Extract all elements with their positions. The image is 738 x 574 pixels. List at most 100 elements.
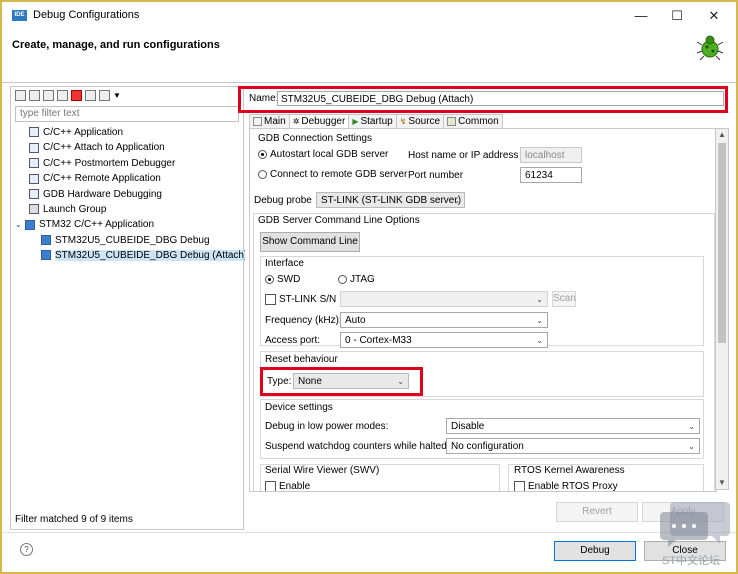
cpp-config-icon — [29, 158, 39, 169]
tree-item-selected[interactable]: STM32U5_CUBEIDE_DBG Debug (Attach) — [15, 248, 248, 263]
reset-type-highlight-box — [260, 367, 423, 396]
swv-title: Serial Wire Viewer (SWV) — [265, 465, 380, 476]
radio-checked-icon — [258, 149, 267, 159]
startup-tab-icon: ▶ — [352, 117, 359, 126]
common-tab-icon — [447, 116, 457, 126]
maximize-button[interactable]: ☐ — [662, 6, 692, 26]
new-config-icon[interactable] — [15, 90, 26, 101]
tree-item[interactable]: ⌄ STM32 C/C++ Application — [15, 217, 241, 232]
duplicate-icon[interactable] — [57, 90, 68, 101]
watermark-text: ST中文论坛 — [662, 555, 721, 567]
autostart-radio[interactable]: Autostart local GDB server — [258, 149, 388, 160]
swv-enable-checkbox[interactable]: Enable — [265, 481, 310, 491]
chat-bubble-icon — [660, 502, 730, 547]
tree-item[interactable]: C/C++ Postmortem Debugger — [15, 156, 241, 171]
reset-behaviour-title: Reset behaviour — [265, 354, 338, 365]
debug-button[interactable]: Debug — [554, 541, 636, 561]
left-toolbar: ▼ — [15, 90, 121, 104]
ide-logo-icon: IDE — [12, 10, 27, 21]
checkbox-icon — [514, 481, 525, 491]
access-port-label: Access port: — [265, 335, 321, 346]
name-highlight-box — [238, 86, 728, 113]
dropdown-chevron-icon: ⌄ — [688, 442, 695, 451]
dropdown-chevron-icon: ⌄ — [453, 196, 460, 205]
configuration-list-pane: ▼ type filter text C/C++ Application C/C… — [10, 86, 248, 530]
close-window-button[interactable]: ✕ — [699, 6, 729, 26]
vertical-scrollbar[interactable]: ▲ ▼ — [715, 128, 729, 490]
stlink-sn-select[interactable]: ⌄ — [340, 291, 548, 307]
new-prototype-icon[interactable] — [29, 90, 40, 101]
launch-group-icon — [29, 204, 39, 215]
dropdown-chevron-icon: ⌄ — [536, 295, 543, 304]
debugger-tab-icon: ✲ — [292, 117, 300, 126]
checkbox-icon — [265, 481, 276, 491]
checkbox-icon — [265, 294, 276, 305]
filter-status: Filter matched 9 of 9 items — [15, 514, 133, 525]
debug-probe-label: Debug probe — [254, 195, 312, 206]
show-command-line-button[interactable]: Show Command Line — [260, 232, 360, 252]
dropdown-chevron-icon: ⌄ — [536, 316, 543, 325]
access-port-select[interactable]: 0 - Cortex-M33 ⌄ — [340, 332, 548, 348]
device-settings-title: Device settings — [265, 402, 333, 413]
tab-main[interactable]: Main — [249, 114, 290, 128]
forum-watermark: ST中文论坛 — [660, 498, 732, 567]
filter-icon[interactable] — [99, 90, 110, 101]
interface-title: Interface — [265, 258, 304, 269]
tree-item[interactable]: C/C++ Attach to Application — [15, 140, 241, 155]
main-tab-icon — [253, 116, 262, 126]
tree-item[interactable]: C/C++ Application — [15, 125, 241, 140]
export-icon[interactable] — [43, 90, 54, 101]
low-power-select[interactable]: Disable ⌄ — [446, 418, 700, 434]
minimize-button[interactable]: — — [626, 6, 656, 26]
scan-button[interactable]: Scan — [552, 291, 576, 307]
remote-radio[interactable]: Connect to remote GDB server — [258, 169, 407, 180]
stlink-sn-checkbox[interactable]: ST-LINK S/N — [265, 294, 336, 305]
footer-separator — [2, 532, 736, 533]
title-bar: IDE Debug Configurations — ☐ ✕ — [2, 2, 736, 30]
scroll-up-icon[interactable]: ▲ — [716, 130, 728, 139]
rtos-enable-checkbox[interactable]: Enable RTOS Proxy — [514, 481, 618, 491]
watchdog-select[interactable]: No configuration ⌄ — [446, 438, 700, 454]
collapse-all-icon[interactable] — [85, 90, 96, 101]
help-icon[interactable]: ? — [20, 543, 33, 556]
watchdog-label: Suspend watchdog counters while halted: — [265, 441, 450, 452]
scrollbar-thumb[interactable] — [718, 143, 726, 343]
frequency-select[interactable]: Auto ⌄ — [340, 312, 548, 328]
view-menu-icon[interactable]: ▼ — [113, 91, 121, 100]
host-input[interactable]: localhost — [520, 147, 582, 163]
cpp-config-icon — [29, 173, 39, 184]
header-separator — [2, 82, 736, 83]
radio-unchecked-icon — [338, 274, 347, 284]
source-tab-icon: ↯ — [399, 117, 407, 126]
debugger-tab-content: GDB Connection Settings Autostart local … — [249, 128, 717, 492]
debug-configurations-dialog: IDE Debug Configurations — ☐ ✕ Create, m… — [0, 0, 738, 574]
cpp-config-icon — [29, 188, 39, 199]
frequency-label: Frequency (kHz): — [265, 315, 342, 326]
configuration-tree: C/C++ Application C/C++ Attach to Applic… — [15, 125, 248, 264]
tree-item[interactable]: C/C++ Remote Application — [15, 171, 241, 186]
filter-input[interactable]: type filter text — [15, 106, 239, 122]
gdb-connection-title: GDB Connection Settings — [258, 133, 372, 144]
tree-item[interactable]: GDB Hardware Debugging — [15, 187, 241, 202]
tab-source[interactable]: ↯ Source — [395, 114, 445, 128]
config-tabs: Main ✲ Debugger ▶ Startup ↯ Source Common — [249, 114, 503, 128]
radio-unchecked-icon — [258, 169, 267, 179]
revert-button[interactable]: Revert — [556, 502, 638, 522]
tree-item[interactable]: Launch Group — [15, 202, 241, 217]
scroll-down-icon[interactable]: ▼ — [716, 478, 728, 487]
host-label: Host name or IP address — [408, 150, 519, 161]
swd-radio[interactable]: SWD — [265, 274, 300, 285]
low-power-label: Debug in low power modes: — [265, 421, 389, 432]
expand-chevron-icon[interactable]: ⌄ — [15, 217, 25, 232]
port-input[interactable]: 61234 — [520, 167, 582, 183]
debug-probe-select[interactable]: ST-LINK (ST-LINK GDB server) ⌄ — [316, 192, 465, 208]
jtag-radio[interactable]: JTAG — [338, 274, 375, 285]
tree-item[interactable]: STM32U5_CUBEIDE_DBG Debug — [15, 233, 241, 248]
window-title: Debug Configurations — [33, 9, 140, 21]
tab-debugger[interactable]: ✲ Debugger — [288, 114, 350, 128]
tab-common[interactable]: Common — [443, 114, 503, 128]
tab-startup[interactable]: ▶ Startup — [348, 114, 397, 128]
delete-icon[interactable] — [71, 90, 82, 101]
radio-checked-icon — [265, 274, 274, 284]
rtos-title: RTOS Kernel Awareness — [514, 465, 625, 476]
